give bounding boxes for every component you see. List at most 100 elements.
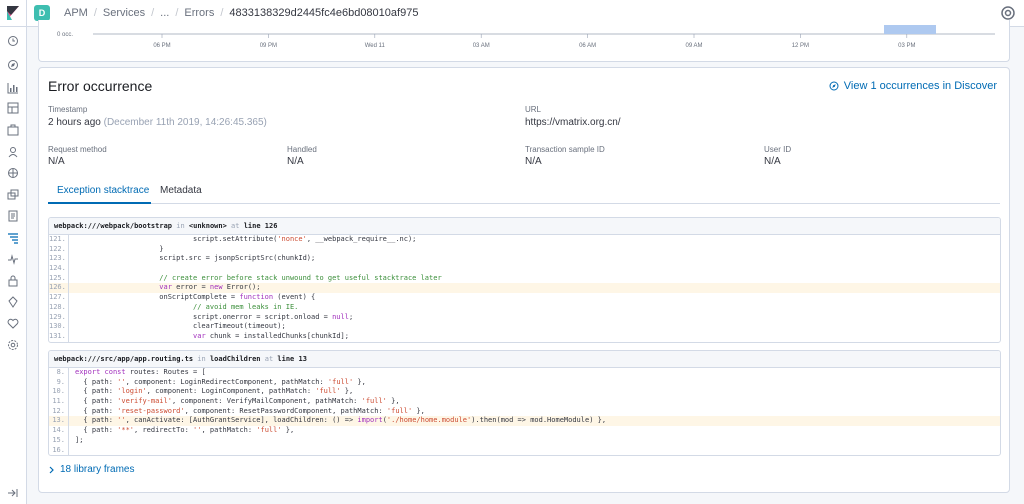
frame-function: loadChildren (209, 355, 261, 363)
code-text: { path: '', canActivate: [AuthGrantServi… (75, 416, 607, 425)
code-line: 123. script.src = jsonpScriptSrc(chunkId… (49, 254, 1000, 265)
frame-at: at (231, 222, 240, 230)
discover-icon[interactable] (6, 58, 20, 72)
chevron-right-icon (49, 466, 54, 473)
x-tick-label: Wed 11 (365, 43, 386, 49)
view-in-discover-link[interactable]: View 1 occurrences in Discover (829, 80, 997, 92)
request-method-value: N/A (48, 156, 65, 167)
occurrence-bar (884, 25, 936, 34)
transaction-id-value: N/A (525, 156, 542, 167)
tab-exception-stacktrace[interactable]: Exception stacktrace (57, 185, 149, 196)
active-tab-indicator (48, 202, 151, 204)
code-line: 121. script.setAttribute('nonce', __webp… (49, 235, 1000, 245)
space-avatar[interactable]: D (34, 5, 50, 21)
code-text: script.src = jsonpScriptSrc(chunkId); (75, 254, 316, 263)
line-number: 131. (49, 331, 69, 342)
code-text: ]; (75, 435, 84, 444)
y-axis-label: 0 occ. (57, 32, 73, 38)
kibana-logo-icon[interactable] (0, 0, 27, 27)
x-tick-label: 12 PM (792, 43, 809, 49)
x-tick-label: 03 AM (473, 43, 490, 49)
stack-frame: webpack:///webpack/bootstrap in <unknown… (48, 217, 1001, 343)
code-text: script.setAttribute('nonce', __webpack_r… (75, 235, 417, 243)
line-number: 122. (49, 244, 69, 255)
monitoring-icon[interactable] (6, 317, 20, 331)
user-id-label: User ID (764, 145, 792, 154)
siem-icon[interactable] (6, 274, 20, 288)
line-number: 126. (49, 283, 69, 294)
code-line: 122. } (49, 244, 1000, 255)
line-number: 16. (49, 445, 69, 455)
timestamp-value: 2 hours ago (December 11th 2019, 14:26:4… (48, 117, 267, 128)
infra-icon[interactable] (6, 188, 20, 202)
frame-line: line 13 (277, 355, 307, 363)
breadcrumb-collapsed[interactable]: ... (160, 7, 169, 19)
line-number: 123. (49, 254, 69, 265)
tab-metadata[interactable]: Metadata (160, 185, 202, 196)
help-icon[interactable] (1000, 5, 1016, 21)
ml-icon[interactable] (6, 166, 20, 180)
code-line: 14. { path: '**', redirectTo: '', pathMa… (49, 426, 1000, 436)
frame-file: webpack:///src/app/app.routing.ts (54, 355, 194, 363)
x-tick-label: 09 PM (260, 43, 277, 49)
apm-icon[interactable] (6, 231, 20, 245)
breadcrumb-separator: / (151, 7, 155, 19)
line-number: 10. (49, 387, 69, 398)
canvas-icon[interactable] (6, 123, 20, 137)
stack-frame: webpack:///src/app/app.routing.ts in loa… (48, 350, 1001, 456)
breadcrumb-separator: / (93, 7, 97, 19)
timestamp-label: Timestamp (48, 105, 88, 114)
code-text: clearTimeout(timeout); (75, 322, 286, 331)
stack-frame-header[interactable]: webpack:///src/app/app.routing.ts in loa… (49, 351, 1000, 368)
side-nav (0, 27, 27, 504)
code-line: 124. (49, 264, 1000, 274)
code-text: { path: 'reset-password', component: Res… (75, 406, 425, 415)
dev-tools-icon[interactable] (6, 295, 20, 309)
line-number: 8. (49, 368, 69, 378)
x-tick-label: 06 AM (579, 43, 596, 49)
transaction-id-label: Transaction sample ID (525, 145, 605, 154)
code-line: 130. clearTimeout(timeout); (49, 322, 1000, 332)
breadcrumb-error-id: 4833138329d2445fc4e6bd08010af975 (229, 7, 419, 19)
dashboard-icon[interactable] (6, 101, 20, 115)
code-line: 129. script.onerror = script.onload = nu… (49, 312, 1000, 323)
breadcrumb-separator: / (220, 7, 224, 19)
stack-frame-header[interactable]: webpack:///webpack/bootstrap in <unknown… (49, 218, 1000, 235)
logs-icon[interactable] (6, 209, 20, 223)
line-number: 130. (49, 322, 69, 332)
frame-in: in (197, 355, 206, 363)
code-line: 13. { path: '', canActivate: [AuthGrantS… (49, 416, 1000, 427)
frame-line: line 126 (243, 222, 278, 230)
request-method-label: Request method (48, 145, 107, 154)
code-text: script.onerror = script.onload = null; (75, 312, 354, 321)
management-icon[interactable] (6, 338, 20, 352)
visualize-icon[interactable] (6, 81, 20, 95)
collapse-icon[interactable] (6, 486, 20, 500)
uptime-icon[interactable] (6, 252, 20, 266)
detail-tabs: Exception stacktrace Metadata (48, 178, 1000, 204)
occurrences-chart-svg: 0 occ. 06 PM 09 PM Wed 11 03 AM 06 AM 09 AM 12 … (57, 25, 995, 49)
code-line: 8. export const routes: Routes = [ (49, 368, 1000, 378)
code-line: 16. (49, 445, 1000, 456)
breadcrumb-services[interactable]: Services (103, 7, 145, 19)
breadcrumb-apm[interactable]: APM (64, 7, 88, 19)
breadcrumb: APM / Services / ... / Errors / 48331383… (64, 7, 418, 19)
library-frames-toggle[interactable]: 18 library frames (48, 464, 134, 475)
code-text: var chunk = installedChunks[chunkId]; (193, 331, 349, 340)
code-line: 15.]; (49, 435, 1000, 446)
maps-icon[interactable] (6, 145, 20, 159)
recent-icon[interactable] (6, 34, 20, 48)
code-line: 126. var error = new Error(); (49, 283, 1000, 294)
x-tick-label: 09 AM (685, 43, 702, 49)
code-text: { path: 'verify-mail', component: Verify… (75, 397, 400, 406)
line-number: 13. (49, 416, 69, 427)
line-number: 128. (49, 302, 69, 313)
breadcrumb-errors[interactable]: Errors (184, 7, 214, 19)
panel-title: Error occurrence (48, 78, 153, 94)
code-text: export const routes: Routes = [ (75, 368, 206, 376)
handled-value: N/A (287, 156, 304, 167)
url-value: https://vmatrix.org.cn/ (525, 117, 621, 128)
frame-file: webpack:///webpack/bootstrap (54, 222, 173, 230)
